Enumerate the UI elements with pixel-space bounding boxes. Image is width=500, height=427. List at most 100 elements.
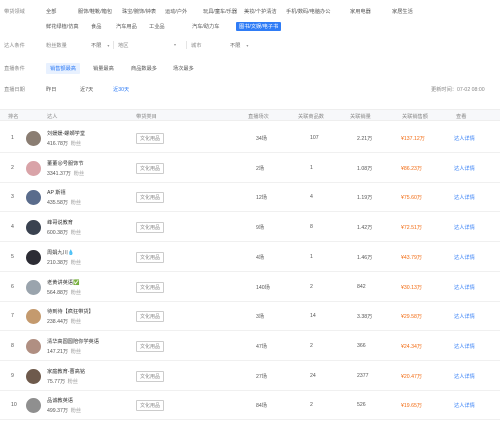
detail-link[interactable]: 达人详情 <box>454 343 475 350</box>
amount-cell: ¥137.12万 <box>401 136 425 142</box>
update-time: 更新时间：07-02 08:00 <box>431 87 485 93</box>
detail-link[interactable]: 达人详情 <box>454 165 475 172</box>
talent-name[interactable]: 品诚教英语 <box>47 397 73 404</box>
category-1[interactable]: 服饰/鞋靴/箱包 <box>78 8 112 15</box>
fans-count: 75.77万 <box>47 378 66 385</box>
sessions-cell: 9场 <box>256 225 265 232</box>
products-cell: 4 <box>310 194 313 201</box>
fans-unit: 粉丝 <box>70 230 82 237</box>
avatar[interactable] <box>26 190 41 206</box>
header-products[interactable]: 关联商品数 <box>298 113 324 120</box>
rank-cell: 2 <box>11 164 14 171</box>
fans-unit: 粉丝 <box>70 408 82 415</box>
category-5[interactable]: 美妆/个护清洁 <box>244 8 277 15</box>
rank-cell: 9 <box>11 372 14 379</box>
divider <box>113 41 114 49</box>
header-amount[interactable]: 关联销售额 <box>402 113 428 120</box>
category-9[interactable]: 鲜花绿植/仿真 <box>46 23 79 30</box>
detail-link[interactable]: 达人详情 <box>454 135 475 142</box>
avatar[interactable] <box>26 279 41 295</box>
header-sales[interactable]: 关联销量 <box>350 113 371 120</box>
fans-count: 600.38万 <box>47 230 69 237</box>
sort-tab-2[interactable]: 商品数最多 <box>131 65 157 72</box>
talent-name[interactable]: 峰哥说教育 <box>47 219 73 226</box>
city-select[interactable]: 不限 ▾ <box>230 42 248 49</box>
category-10[interactable]: 食品 <box>91 23 101 30</box>
header-view: 查看 <box>456 114 467 120</box>
amount-cell: ¥29.58万 <box>401 314 423 321</box>
talent-name[interactable]: 老黄讲英语✅ <box>47 279 79 286</box>
talent-name[interactable]: 清华高圆圆陪你学英语 <box>47 338 99 345</box>
category-6[interactable]: 手机/数码/电脑办公 <box>286 8 330 15</box>
category-13[interactable]: 汽车/助力车 <box>192 23 219 30</box>
sessions-cell: 2场 <box>256 165 265 172</box>
table-row: 9 家庭教育-曹高铭 75.77万 粉丝 文化用品 27场 24 2377 ¥20.47万 达人详… <box>0 361 500 391</box>
time-option-0[interactable]: 昨日 <box>46 86 56 93</box>
region-select[interactable]: ▾ <box>138 42 176 48</box>
amount-cell: ¥86.23万 <box>401 165 423 172</box>
detail-link[interactable]: 达人详情 <box>454 402 475 409</box>
detail-link[interactable]: 达人详情 <box>454 194 475 201</box>
fans-unit: 粉丝 <box>70 259 82 266</box>
talent-name[interactable]: 待到待【疯狂带货】 <box>47 308 94 315</box>
category-tag: 文化用品 <box>136 340 165 352</box>
talent-name[interactable]: AP 斯禧 <box>47 189 66 196</box>
talent-name[interactable]: 董董😜号服饰节 <box>47 160 84 167</box>
detail-link[interactable]: 达人详情 <box>454 284 475 291</box>
sales-cell: 2.21万 <box>357 136 373 142</box>
category-12[interactable]: 工业品 <box>149 23 165 30</box>
sort-tab-3[interactable]: 场次最多 <box>173 65 194 72</box>
category-2[interactable]: 珠宝/腕饰/钟表 <box>122 8 156 15</box>
amount-cell: ¥43.79万 <box>401 254 423 261</box>
detail-link[interactable]: 达人详情 <box>454 373 475 380</box>
avatar[interactable] <box>26 249 41 265</box>
detail-link[interactable]: 达人详情 <box>454 313 475 320</box>
avatar[interactable] <box>26 131 41 146</box>
sales-cell: 842 <box>357 283 366 290</box>
avatar[interactable] <box>26 398 41 414</box>
category-8[interactable]: 家居生活 <box>392 8 413 15</box>
fans-select-value: 不限 <box>91 43 102 49</box>
category-11[interactable]: 汽车用品 <box>116 23 137 30</box>
amount-cell: ¥20.47万 <box>401 373 423 380</box>
sort-tab-0[interactable]: 销售额最高 <box>46 63 80 74</box>
time-option-1[interactable]: 近7天 <box>80 86 93 93</box>
avatar[interactable] <box>26 309 41 325</box>
category-0[interactable]: 全部 <box>46 8 56 15</box>
avatar[interactable] <box>26 368 41 384</box>
sort-tab-1[interactable]: 销量最高 <box>93 65 114 72</box>
talent-name[interactable]: 刘媛媛-螺蛳学堂 <box>47 130 85 137</box>
detail-link[interactable]: 达人详情 <box>454 224 475 231</box>
rank-cell: 1 <box>11 135 14 141</box>
table-row: 5 周娟九川💧 210.38万 粉丝 文化用品 4场 1 1.46万 ¥43.79万 达人详情 <box>0 242 500 272</box>
table-row: 8 清华高圆圆陪你学英语 147.21万 粉丝 文化用品 47场 2 366 ¥24.34万 达人… <box>0 331 500 361</box>
category-7[interactable]: 家用电器 <box>350 8 371 15</box>
talent-name[interactable]: 家庭教育-曹高铭 <box>47 368 85 375</box>
sales-cell: 1.19万 <box>357 195 373 202</box>
sales-cell: 2377 <box>357 372 369 379</box>
products-cell: 8 <box>310 224 313 231</box>
avatar[interactable] <box>26 338 41 354</box>
sort-label: 直播条件 <box>4 66 25 72</box>
category-4[interactable]: 玩具/童车/乐器 <box>203 8 237 15</box>
sessions-cell: 84场 <box>256 403 267 410</box>
fans-count: 499.37万 <box>47 408 69 415</box>
fans-count: 210.38万 <box>47 259 69 266</box>
header-sessions[interactable]: 直播场次 <box>248 113 269 120</box>
talent-name[interactable]: 周娟九川💧 <box>47 249 74 256</box>
fans-unit: 粉丝 <box>67 378 78 385</box>
fans-label: 粉丝数量 <box>46 43 67 49</box>
divider <box>186 41 187 49</box>
avatar[interactable] <box>26 160 41 176</box>
category-14[interactable]: 图书/文娱/电子书 <box>236 22 282 31</box>
sales-cell: 526 <box>357 402 366 409</box>
rank-cell: 6 <box>11 283 14 290</box>
detail-link[interactable]: 达人详情 <box>454 254 475 261</box>
fans-select[interactable]: 不限 ▾ <box>91 42 109 49</box>
category-3[interactable]: 运动/户外 <box>165 8 187 15</box>
amount-cell: ¥19.65万 <box>401 403 423 410</box>
category-tag: 文化用品 <box>136 222 165 234</box>
talent-condition-label: 达人条件 <box>4 43 25 49</box>
time-option-2[interactable]: 近30天 <box>113 86 129 93</box>
avatar[interactable] <box>26 220 41 236</box>
